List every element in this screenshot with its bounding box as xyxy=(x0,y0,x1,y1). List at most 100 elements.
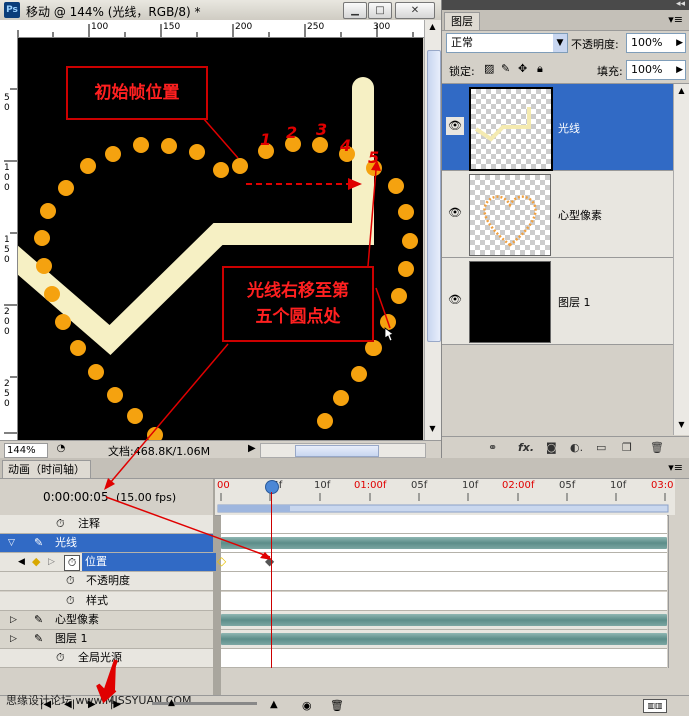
zoom-slider-thumb-icon[interactable]: ▲ xyxy=(168,698,175,708)
visibility-eye-icon[interactable]: 👁︎ xyxy=(446,117,464,135)
timeline-row-layer-心型像素[interactable]: ▷ ✎ 心型像素 xyxy=(0,611,213,630)
next-keyframe-icon[interactable]: ▷ xyxy=(48,553,55,571)
timeline-row-layer-图层1[interactable]: ▷ ✎ 图层 1 xyxy=(0,630,213,649)
expand-triangle-icon[interactable]: ▷ xyxy=(10,630,17,648)
current-timecode[interactable]: 0:00:00:05 xyxy=(43,490,109,504)
new-layer-icon[interactable]: ❐ xyxy=(622,441,632,454)
keyframe-diamond-icon[interactable]: ◆ xyxy=(32,553,40,571)
adjustment-layer-icon[interactable]: ◐. xyxy=(570,441,583,454)
timeline-row-style[interactable]: ⏱︎ 样式 xyxy=(0,592,213,611)
lock-all-icon[interactable]: 🔒︎ xyxy=(537,62,543,76)
fill-field[interactable]: 100% ▶ xyxy=(626,60,686,80)
minimize-button[interactable]: ▁ xyxy=(343,2,367,19)
scroll-thumb[interactable] xyxy=(295,445,379,457)
blend-mode-select[interactable]: 正常 ▼ xyxy=(446,33,568,53)
trash-icon[interactable]: 🗑︎ xyxy=(330,699,344,712)
layer-duration-bar[interactable] xyxy=(221,537,667,549)
status-menu-icon[interactable]: ◔ xyxy=(54,443,68,456)
ruler-label: 300 xyxy=(373,22,391,32)
keyframe-current-icon[interactable]: ◆ xyxy=(265,554,274,568)
fx-icon[interactable]: fx. xyxy=(518,441,534,454)
tab-layers[interactable]: 图层 xyxy=(444,12,480,30)
stopwatch-icon[interactable]: ⏱︎ xyxy=(56,649,65,667)
frame-rate: (15.00 fps) xyxy=(116,491,177,504)
layer-name[interactable]: 心型像素 xyxy=(558,207,602,223)
collapse-panel-icon[interactable]: ◂◂ xyxy=(676,0,685,9)
document-titlebar[interactable]: Ps 移动 @ 144% (光线，RGB/8) * ▁ □ ✕ xyxy=(0,0,441,21)
track-layer-光线[interactable] xyxy=(221,534,667,553)
lock-move-icon[interactable]: ✥ xyxy=(518,62,527,75)
link-layers-icon[interactable]: ⚭ xyxy=(488,441,497,454)
lock-brush-icon[interactable]: ✎ xyxy=(501,62,510,75)
layers-scrollbar[interactable]: ▲ ▼ xyxy=(673,84,689,435)
panel-menu-icon[interactable]: ▾≡ xyxy=(668,13,683,26)
left-ruler: 5 0 1 0 0 1 5 0 2 0 0 2 5 0 xyxy=(0,37,18,440)
timeline-row-position[interactable]: ◀ ◆ ▷ ⏱︎ 位置 xyxy=(0,553,216,572)
layer-duration-bar[interactable] xyxy=(221,614,667,626)
layer-row-光线[interactable]: 👁︎ 光线 xyxy=(442,84,673,171)
track-opacity[interactable] xyxy=(221,572,667,591)
keyframe-start-icon[interactable]: ◇ xyxy=(217,554,226,568)
chevron-down-icon[interactable]: ▼ xyxy=(553,34,567,52)
track-position[interactable]: ◇ ◆ xyxy=(217,553,667,572)
maximize-button[interactable]: □ xyxy=(368,2,392,19)
timeline-row-layer-光线[interactable]: ▽ ✎ 光线 xyxy=(0,534,213,553)
track-layer-图层1[interactable] xyxy=(221,630,667,649)
timeline-row-comments[interactable]: ⏱︎ 注释 xyxy=(0,515,213,534)
time-ruler[interactable]: 00 05f 10f 01:00f 05f 10f 02:00f 05f 10f… xyxy=(215,479,675,516)
timeline-scrollbar[interactable] xyxy=(668,515,689,668)
row-label-selected: 位置 xyxy=(82,553,216,571)
previous-keyframe-icon[interactable]: ◀ xyxy=(18,553,25,571)
layer-name[interactable]: 光线 xyxy=(558,120,580,136)
stopwatch-icon[interactable]: ⏱︎ xyxy=(56,515,65,533)
track-global-light[interactable] xyxy=(221,649,667,668)
document-canvas[interactable]: 初始帧位置 光线右移至第 五个圆点处 1 2 3 4 5 xyxy=(18,38,423,440)
visibility-eye-icon[interactable]: 👁︎ xyxy=(446,291,464,309)
next-frame-icon[interactable]: |▶ xyxy=(110,699,121,710)
scroll-up-icon[interactable]: ▲ xyxy=(675,86,688,95)
stopwatch-icon[interactable]: ⏱︎ xyxy=(66,572,75,590)
layer-row-图层1[interactable]: 👁︎ 图层 1 xyxy=(442,258,673,345)
zoom-in-icon[interactable]: ▲ xyxy=(270,699,278,710)
layer-duration-bar[interactable] xyxy=(221,633,667,645)
playhead-handle[interactable] xyxy=(265,480,279,494)
opacity-field[interactable]: 100% ▶ xyxy=(626,33,686,53)
ruler-label: 10f xyxy=(610,480,627,491)
track-layer-心型像素[interactable] xyxy=(221,611,667,630)
convert-to-frames-icon[interactable]: ▥▥ xyxy=(643,699,667,713)
trash-icon[interactable]: 🗑︎ xyxy=(650,441,664,454)
play-icon[interactable]: ▶ xyxy=(88,699,96,710)
stopwatch-icon[interactable]: ⏱︎ xyxy=(64,555,80,571)
layer-mask-icon[interactable]: ◙ xyxy=(546,441,557,454)
arrow-right-icon[interactable]: ▶ xyxy=(676,61,683,79)
layer-row-心型像素[interactable]: 👁︎ 心型像素 xyxy=(442,171,673,258)
time-ruler-ticks xyxy=(217,493,669,513)
scroll-down-icon[interactable]: ▼ xyxy=(426,424,439,436)
new-group-icon[interactable]: ▭ xyxy=(596,441,606,454)
track-style[interactable] xyxy=(221,592,667,611)
timeline-row-opacity[interactable]: ⏱︎ 不透明度 xyxy=(0,572,213,591)
lock-transparency-icon[interactable]: ▨ xyxy=(484,62,494,75)
panel-menu-icon[interactable]: ▾≡ xyxy=(668,461,683,474)
tab-animation-timeline[interactable]: 动画（时间轴） xyxy=(2,460,91,478)
prev-frame-icon[interactable]: ◀| xyxy=(64,699,75,710)
timeline-row-global-light[interactable]: ⏱︎ 全局光源 xyxy=(0,649,213,668)
expand-triangle-open-icon[interactable]: ▽ xyxy=(8,534,15,552)
layer-name[interactable]: 图层 1 xyxy=(558,294,591,310)
document-horizontal-scrollbar[interactable] xyxy=(260,443,426,458)
scroll-down-icon[interactable]: ▼ xyxy=(675,420,688,429)
stopwatch-icon[interactable]: ⏱︎ xyxy=(66,592,75,610)
status-arrow-icon[interactable]: ▶ xyxy=(248,443,256,454)
arrow-right-icon[interactable]: ▶ xyxy=(676,34,683,52)
expand-triangle-icon[interactable]: ▷ xyxy=(10,611,17,629)
close-button[interactable]: ✕ xyxy=(395,2,435,19)
first-frame-icon[interactable]: |◀ xyxy=(40,699,51,710)
scroll-thumb[interactable] xyxy=(427,50,441,342)
scroll-up-icon[interactable]: ▲ xyxy=(426,22,439,34)
visibility-eye-icon[interactable]: 👁︎ xyxy=(446,204,464,222)
track-comments[interactable] xyxy=(221,515,667,534)
zoom-field[interactable]: 144% xyxy=(4,443,48,458)
document-vertical-scrollbar[interactable]: ▲ ▼ xyxy=(424,20,441,440)
ruler-label: 1 5 0 xyxy=(4,235,10,265)
onion-skin-icon[interactable]: ◉ xyxy=(302,699,312,712)
